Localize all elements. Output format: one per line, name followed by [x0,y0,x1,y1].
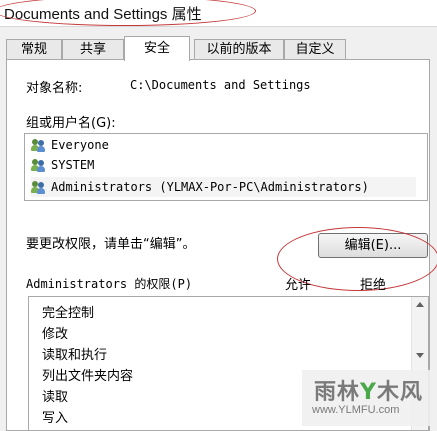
list-item-user-selected[interactable]: Administrators (YLMAX-Por-PC\Administrat… [31,177,416,197]
watermark-url: www.YLMFU.com [312,404,400,416]
list-item-user[interactable]: Everyone [31,135,109,155]
tab-strip: 常规 共享 安全 以前的版本 自定义 [0,36,437,61]
users-listbox[interactable]: Everyone SYSTEM Administrators (YLMAX-Po… [24,133,428,201]
user-group-icon [31,180,47,194]
tab-customize[interactable]: 自定义 [284,39,346,60]
object-name-label: 对象名称: [26,81,83,96]
scroll-down-icon[interactable] [416,353,424,358]
object-name-value: C:\Documents and Settings [130,78,311,92]
permission-item: 读取和执行 [42,348,108,363]
groups-users-label: 组或用户名(G): [26,116,116,131]
allow-column-header: 允许 [285,278,312,293]
list-item-user[interactable]: SYSTEM [31,155,94,175]
user-name: Administrators (YLMAX-Por-PC\Administrat… [51,180,369,194]
tab-sharing[interactable]: 共享 [62,39,124,60]
user-group-icon [31,138,47,152]
permission-item: 修改 [42,327,69,342]
permission-item: 读取 [42,390,69,405]
user-group-icon [31,158,47,172]
permissions-label: Administrators 的权限(P) [26,277,193,291]
watermark-text: 雨林Y木风 [314,380,423,405]
user-name: Everyone [51,138,109,152]
permission-item: 列出文件夹内容 [42,369,134,384]
tab-previous-versions[interactable]: 以前的版本 [194,39,284,60]
tab-security[interactable]: 安全 [124,36,190,61]
deny-column-header: 拒绝 [360,278,387,293]
watermark-logo: 雨林Y木风 www.YLMFU.com [302,370,434,426]
user-name: SYSTEM [51,158,95,172]
permission-item: 完全控制 [42,306,95,321]
change-permissions-hint: 要更改权限，请单击“编辑”。 [26,237,196,252]
scroll-up-icon[interactable] [416,302,424,307]
permission-item: 写入 [42,411,69,426]
tab-general[interactable]: 常规 [6,39,62,60]
